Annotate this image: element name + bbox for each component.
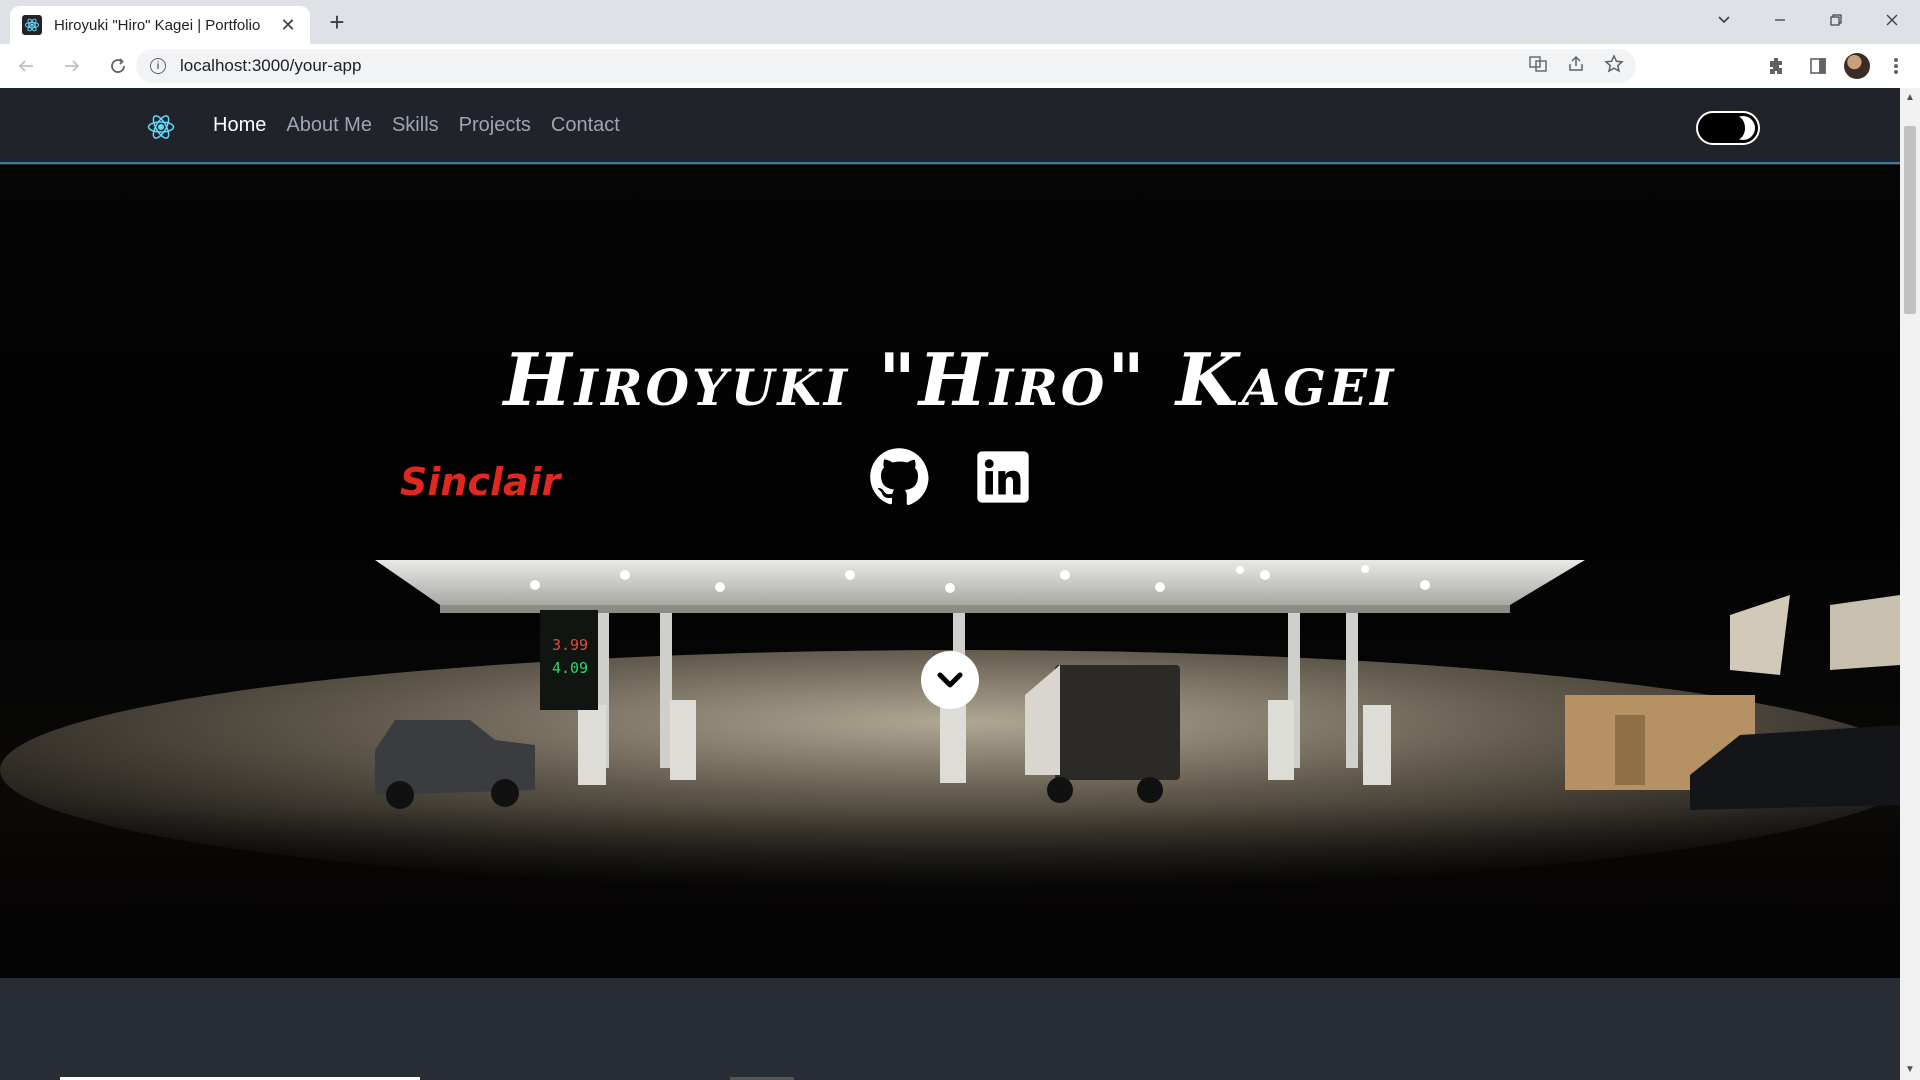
translate-icon[interactable]	[1528, 54, 1548, 79]
theme-toggle[interactable]	[1696, 111, 1760, 145]
social-links	[869, 447, 1033, 507]
hero-title: Hiroyuki "Hiro" Kagei	[503, 337, 1397, 422]
browser-tab[interactable]: Hiroyuki "Hiro" Kagei | Portfolio ✕	[10, 6, 310, 44]
linkedin-icon[interactable]	[973, 447, 1033, 507]
new-tab-icon[interactable]: +	[322, 8, 352, 38]
nav-link-about-me[interactable]: About Me	[286, 110, 372, 140]
hero-section: 3.99 4.09 Sinclair Hiroyuki "Hiro" Kagei	[0, 165, 1900, 978]
page-scrollbar[interactable]: ▲ ▼	[1900, 88, 1920, 1080]
tab-close-icon[interactable]: ✕	[278, 15, 298, 35]
scroll-down-button[interactable]	[921, 651, 979, 709]
extensions-icon[interactable]	[1760, 50, 1792, 82]
bookmark-star-icon[interactable]	[1604, 53, 1624, 79]
scroll-down-arrow-icon[interactable]: ▼	[1900, 1062, 1920, 1078]
browser-toolbar: i localhost:3000/your-app	[0, 44, 1920, 88]
github-icon[interactable]	[869, 447, 929, 507]
restore-icon[interactable]	[1808, 0, 1864, 40]
profile-avatar[interactable]	[1844, 53, 1870, 79]
web-page: Home About Me Skills Projects Contact 3.…	[0, 88, 1900, 1080]
nav-link-home[interactable]: Home	[213, 110, 266, 140]
price-sign-2: 4.09	[552, 659, 588, 677]
hero-background-image: 3.99 4.09 Sinclair	[0, 460, 1900, 978]
back-icon[interactable]	[6, 48, 46, 84]
chevron-down-icon	[937, 672, 963, 688]
side-panel-icon[interactable]	[1802, 50, 1834, 82]
more-menu-icon[interactable]	[1880, 50, 1912, 82]
nav-link-projects[interactable]: Projects	[459, 110, 531, 140]
forward-icon[interactable]	[52, 48, 92, 84]
tab-search-icon[interactable]	[1696, 0, 1752, 40]
window-controls	[1696, 0, 1920, 40]
share-icon[interactable]	[1566, 54, 1586, 79]
price-sign-1: 3.99	[552, 636, 588, 654]
scrollbar-thumb[interactable]	[1904, 126, 1916, 314]
close-window-icon[interactable]	[1864, 0, 1920, 40]
reload-icon[interactable]	[98, 48, 138, 84]
minimize-icon[interactable]	[1752, 0, 1808, 40]
site-navbar: Home About Me Skills Projects Contact	[0, 88, 1900, 164]
url-text: localhost:3000/your-app	[180, 56, 362, 75]
address-bar[interactable]: i localhost:3000/your-app	[136, 49, 1636, 83]
react-favicon-icon	[22, 15, 42, 35]
moon-icon	[1727, 116, 1745, 140]
scroll-up-arrow-icon[interactable]: ▲	[1900, 90, 1920, 106]
toolbar-right	[1760, 44, 1912, 88]
sinclair-sign: Sinclair	[400, 460, 563, 504]
nav-link-skills[interactable]: Skills	[392, 110, 439, 140]
site-info-icon[interactable]: i	[150, 58, 166, 74]
nav-links: Home About Me Skills Projects Contact	[213, 110, 620, 140]
react-logo-icon[interactable]	[146, 112, 176, 142]
address-bar-actions	[1528, 49, 1624, 83]
next-section-preview	[0, 978, 1900, 1080]
nav-link-contact[interactable]: Contact	[551, 110, 620, 140]
tab-title: Hiroyuki "Hiro" Kagei | Portfolio	[54, 16, 261, 34]
browser-tab-strip: Hiroyuki "Hiro" Kagei | Portfolio ✕ +	[0, 0, 1920, 44]
